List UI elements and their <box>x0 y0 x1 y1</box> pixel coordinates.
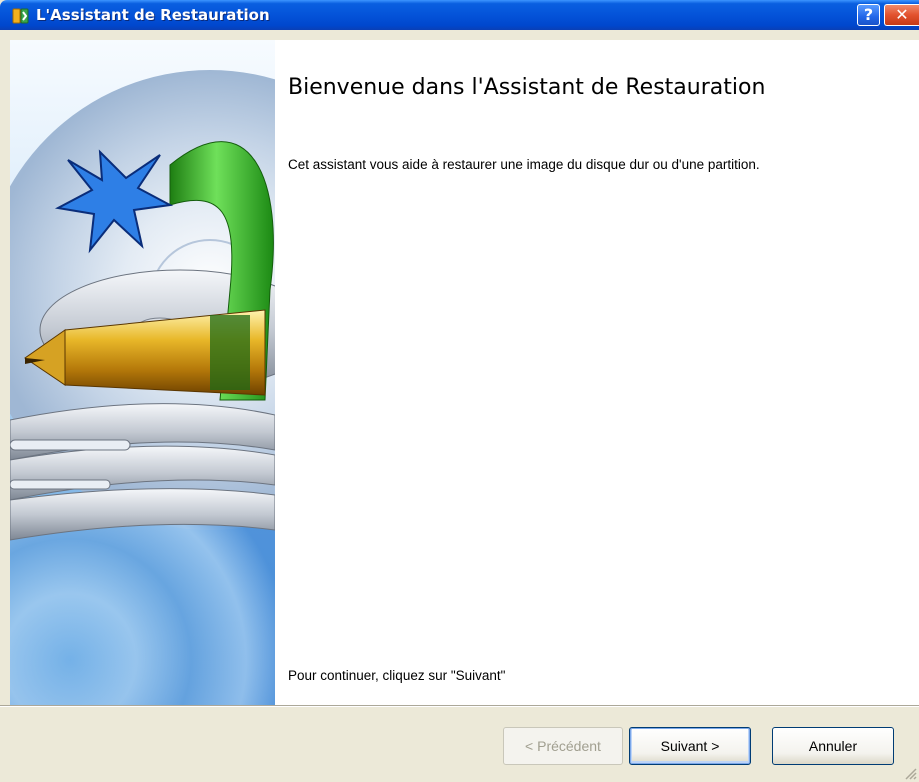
close-button[interactable]: ✕ <box>884 4 919 26</box>
restore-wizard-window: L'Assistant de Restauration ? ✕ Bienvenu… <box>0 0 919 782</box>
description-text: Cet assistant vous aide à restaurer une … <box>288 157 760 172</box>
page-title: Bienvenue dans l'Assistant de Restaurati… <box>288 75 766 100</box>
title-bar[interactable]: L'Assistant de Restauration ? ✕ <box>0 0 919 30</box>
help-icon: ? <box>863 5 874 24</box>
next-button[interactable]: Suivant > <box>629 727 751 765</box>
close-icon: ✕ <box>895 5 909 24</box>
previous-button[interactable]: < Précédent <box>503 727 623 765</box>
continue-hint: Pour continuer, cliquez sur "Suivant" <box>288 668 506 683</box>
footer-divider <box>0 705 919 707</box>
side-illustration <box>10 40 275 705</box>
resize-grip-icon[interactable] <box>903 766 917 780</box>
wizard-content: Bienvenue dans l'Assistant de Restaurati… <box>275 40 919 705</box>
hard-disk-restore-illustration <box>10 70 275 705</box>
restore-wizard-app-icon <box>12 8 29 24</box>
window-title: L'Assistant de Restauration <box>36 6 270 24</box>
cancel-button-label: Annuler <box>808 738 858 754</box>
next-button-label: Suivant > <box>660 738 720 754</box>
cancel-button[interactable]: Annuler <box>772 727 894 765</box>
help-button[interactable]: ? <box>857 4 880 26</box>
previous-button-label: < Précédent <box>525 738 601 754</box>
